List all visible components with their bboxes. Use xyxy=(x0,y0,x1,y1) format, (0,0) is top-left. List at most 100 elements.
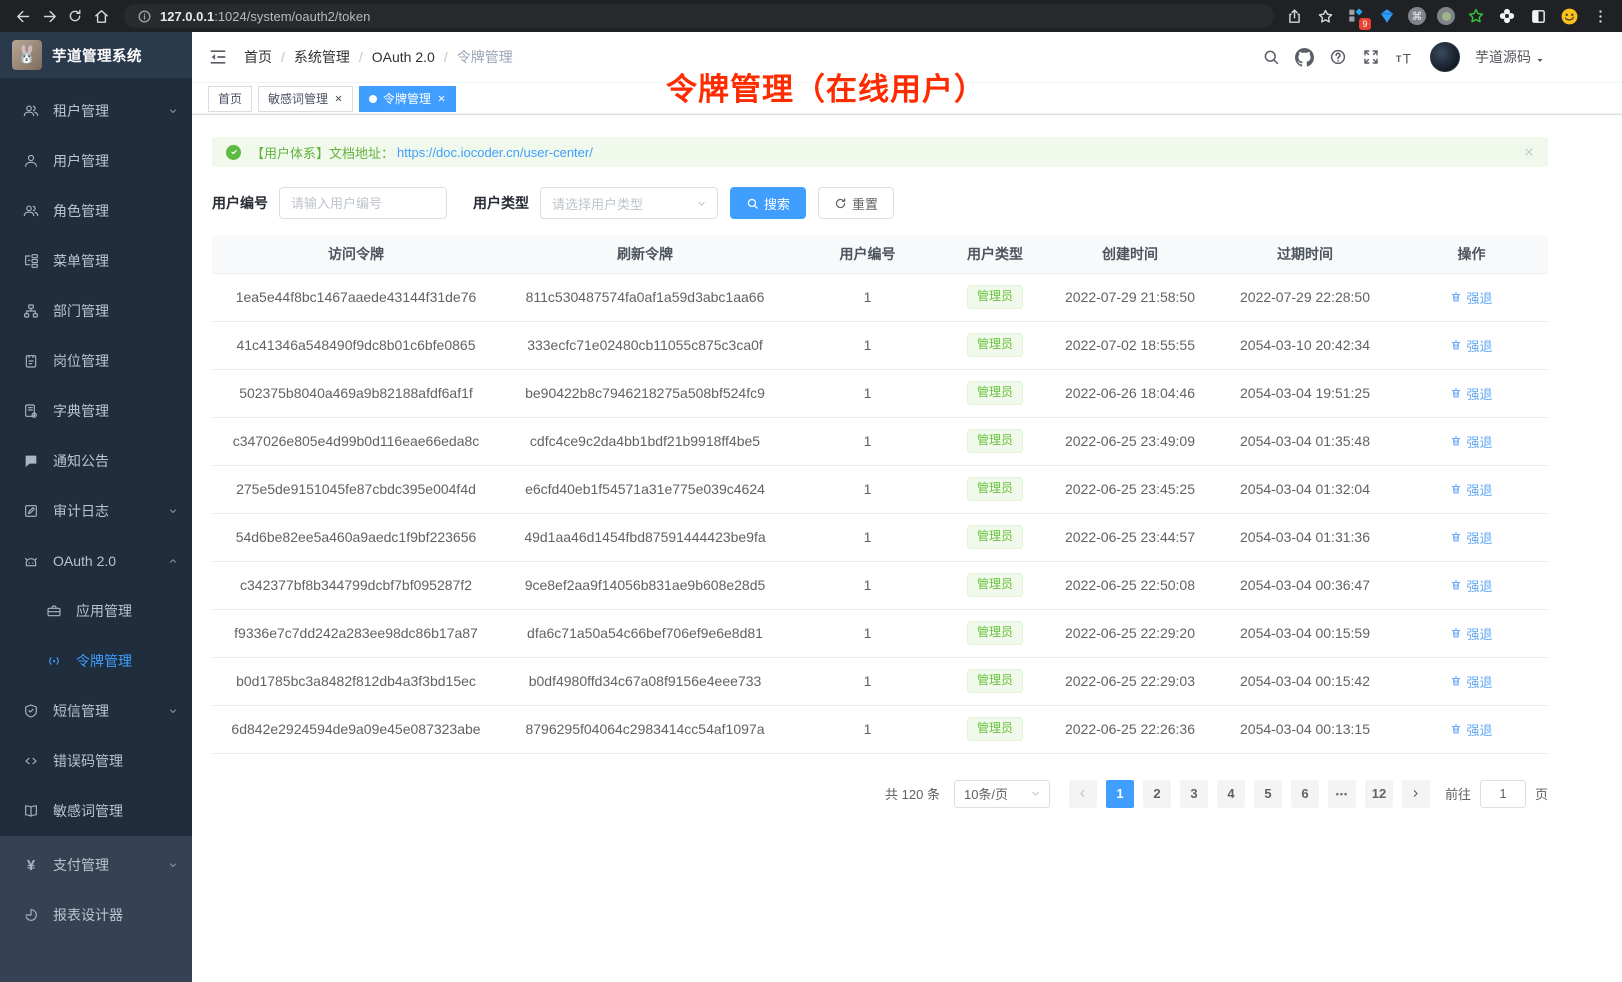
help-icon[interactable] xyxy=(1329,48,1347,66)
share-icon[interactable] xyxy=(1284,6,1304,26)
sidebar-item-oauth2[interactable]: OAuth 2.0 xyxy=(0,536,192,586)
expires-cell: 2022-07-29 22:28:50 xyxy=(1215,273,1395,321)
back-icon[interactable] xyxy=(10,3,36,29)
tab-敏感词管理[interactable]: 敏感词管理 xyxy=(258,86,353,112)
force-logout-button[interactable]: 强退 xyxy=(1450,624,1492,643)
page-size-select[interactable]: 10条/页 xyxy=(954,780,1050,808)
sidebar-item-user[interactable]: 用户管理 xyxy=(0,136,192,186)
refresh-token-cell: 9ce8ef2aa9f14056b831ae9b608e28d5 xyxy=(500,561,790,609)
command-icon[interactable]: ⌘ xyxy=(1408,7,1426,25)
address-bar[interactable]: 127.0.0.1:1024/system/oauth2/token xyxy=(124,4,1274,28)
forward-icon[interactable] xyxy=(36,3,62,29)
breadcrumb-item-0[interactable]: 首页 xyxy=(244,47,272,67)
page-button-1[interactable]: 1 xyxy=(1106,780,1134,808)
force-logout-button[interactable]: 强退 xyxy=(1450,672,1492,691)
sidebar-item-dept[interactable]: 部门管理 xyxy=(0,286,192,336)
sidebar-item-role[interactable]: 角色管理 xyxy=(0,186,192,236)
menu-dots-icon[interactable] xyxy=(1590,6,1610,26)
sidebar-item-sms[interactable]: 短信管理 xyxy=(0,686,192,736)
sidebar-item-dict[interactable]: 字典管理 xyxy=(0,386,192,436)
sidebar-item-menu[interactable]: 菜单管理 xyxy=(0,236,192,286)
user-menu[interactable]: 芋道源码 xyxy=(1475,47,1546,67)
doc-link[interactable]: https://doc.iocoder.cn/user-center/ xyxy=(397,145,593,160)
sidebar-item-oauth2-app[interactable]: 应用管理 xyxy=(0,586,192,636)
tab-close-icon[interactable] xyxy=(334,94,343,103)
refresh-token-cell: e6cfd40eb1f54571a31e775e039c4624 xyxy=(500,465,790,513)
chat-icon xyxy=(22,453,40,469)
page-button-3[interactable]: 3 xyxy=(1180,780,1208,808)
alert-close-icon[interactable] xyxy=(1523,146,1535,158)
token-table: 访问令牌刷新令牌用户编号用户类型创建时间过期时间操作 1ea5e44f8bc14… xyxy=(212,235,1548,754)
force-logout-button[interactable]: 强退 xyxy=(1450,288,1492,307)
page-button-2[interactable]: 2 xyxy=(1143,780,1171,808)
pinwheel-icon[interactable] xyxy=(1497,6,1517,26)
user-type-select[interactable]: 请选择用户类型 xyxy=(540,187,718,219)
chevron-up-icon xyxy=(167,555,179,567)
trash-icon xyxy=(1450,483,1462,495)
expires-cell: 2054-03-04 01:32:04 xyxy=(1215,465,1395,513)
star-icon[interactable] xyxy=(1315,6,1335,26)
logo-avatar: 🐰 xyxy=(12,40,42,70)
tab-close-icon[interactable] xyxy=(437,94,446,103)
logo[interactable]: 🐰 芋道管理系统 xyxy=(0,32,192,78)
github-icon[interactable] xyxy=(1295,48,1314,67)
sidebar-item-audit-log[interactable]: 审计日志 xyxy=(0,486,192,536)
reload-icon[interactable] xyxy=(62,3,88,29)
goto-page-input[interactable] xyxy=(1480,780,1526,808)
sidebar-item-error-code[interactable]: 错误码管理 xyxy=(0,736,192,786)
url-text: 127.0.0.1:1024/system/oauth2/token xyxy=(160,9,370,24)
gem-icon[interactable] xyxy=(1377,6,1397,26)
page-more-button[interactable]: ••• xyxy=(1328,780,1356,808)
prev-page-button[interactable] xyxy=(1069,780,1097,808)
split-window-icon[interactable] xyxy=(1528,6,1548,26)
emoji-icon[interactable] xyxy=(1559,6,1579,26)
sidebar-item-notice[interactable]: 通知公告 xyxy=(0,436,192,486)
page-button-4[interactable]: 4 xyxy=(1217,780,1245,808)
sidebar-item-oauth2-token[interactable]: 令牌管理 xyxy=(0,636,192,686)
user-id-cell: 1 xyxy=(790,417,945,465)
pagination-total: 共 120 条 xyxy=(885,784,940,803)
column-header: 创建时间 xyxy=(1045,235,1215,273)
force-logout-button[interactable]: 强退 xyxy=(1450,720,1492,739)
force-logout-button[interactable]: 强退 xyxy=(1450,480,1492,499)
extensions-icon[interactable]: 9 xyxy=(1346,6,1366,26)
sidebar-item-post[interactable]: 岗位管理 xyxy=(0,336,192,386)
fullscreen-icon[interactable] xyxy=(1362,48,1380,66)
user-id-input[interactable] xyxy=(279,187,447,219)
force-logout-button[interactable]: 强退 xyxy=(1450,528,1492,547)
force-logout-button[interactable]: 强退 xyxy=(1450,576,1492,595)
sidebar-item-report-designer[interactable]: 报表设计器 xyxy=(0,890,192,940)
sidebar-item-sensitive-word[interactable]: 敏感词管理 xyxy=(0,786,192,836)
collapse-sidebar-icon[interactable] xyxy=(208,47,228,67)
green-star-icon[interactable] xyxy=(1466,6,1486,26)
tab-令牌管理[interactable]: 令牌管理 xyxy=(359,86,456,112)
reset-button[interactable]: 重置 xyxy=(818,187,894,219)
recorder-icon[interactable] xyxy=(1437,7,1455,25)
force-logout-button[interactable]: 强退 xyxy=(1450,336,1492,355)
breadcrumb-item-2[interactable]: OAuth 2.0 xyxy=(372,49,435,65)
breadcrumb-item-1[interactable]: 系统管理 xyxy=(294,47,350,67)
user-type-cell: 管理员 xyxy=(945,705,1045,753)
force-logout-button[interactable]: 强退 xyxy=(1450,384,1492,403)
page-button-5[interactable]: 5 xyxy=(1254,780,1282,808)
sidebar-item-tenant[interactable]: 租户管理 xyxy=(0,86,192,136)
action-cell: 强退 xyxy=(1395,417,1548,465)
force-logout-button[interactable]: 强退 xyxy=(1450,432,1492,451)
page-button-12[interactable]: 12 xyxy=(1365,780,1393,808)
tab-首页[interactable]: 首页 xyxy=(208,86,252,112)
extension-badge: 9 xyxy=(1359,18,1371,30)
user-id-cell: 1 xyxy=(790,369,945,417)
svg-text:T: T xyxy=(1396,54,1402,64)
trash-icon xyxy=(1450,435,1462,447)
avatar[interactable] xyxy=(1430,42,1460,72)
info-icon[interactable] xyxy=(136,8,152,24)
created-cell: 2022-07-02 18:55:55 xyxy=(1045,321,1215,369)
search-button[interactable]: 搜索 xyxy=(730,187,806,219)
font-size-icon[interactable]: TT xyxy=(1395,47,1415,67)
sidebar-item-pay[interactable]: ¥支付管理 xyxy=(0,840,192,890)
page-button-6[interactable]: 6 xyxy=(1291,780,1319,808)
next-page-button[interactable] xyxy=(1402,780,1430,808)
search-icon[interactable] xyxy=(1262,48,1280,66)
home-icon[interactable] xyxy=(88,3,114,29)
access-token-cell: f9336e7c7dd242a283ee98dc86b17a87 xyxy=(212,609,500,657)
